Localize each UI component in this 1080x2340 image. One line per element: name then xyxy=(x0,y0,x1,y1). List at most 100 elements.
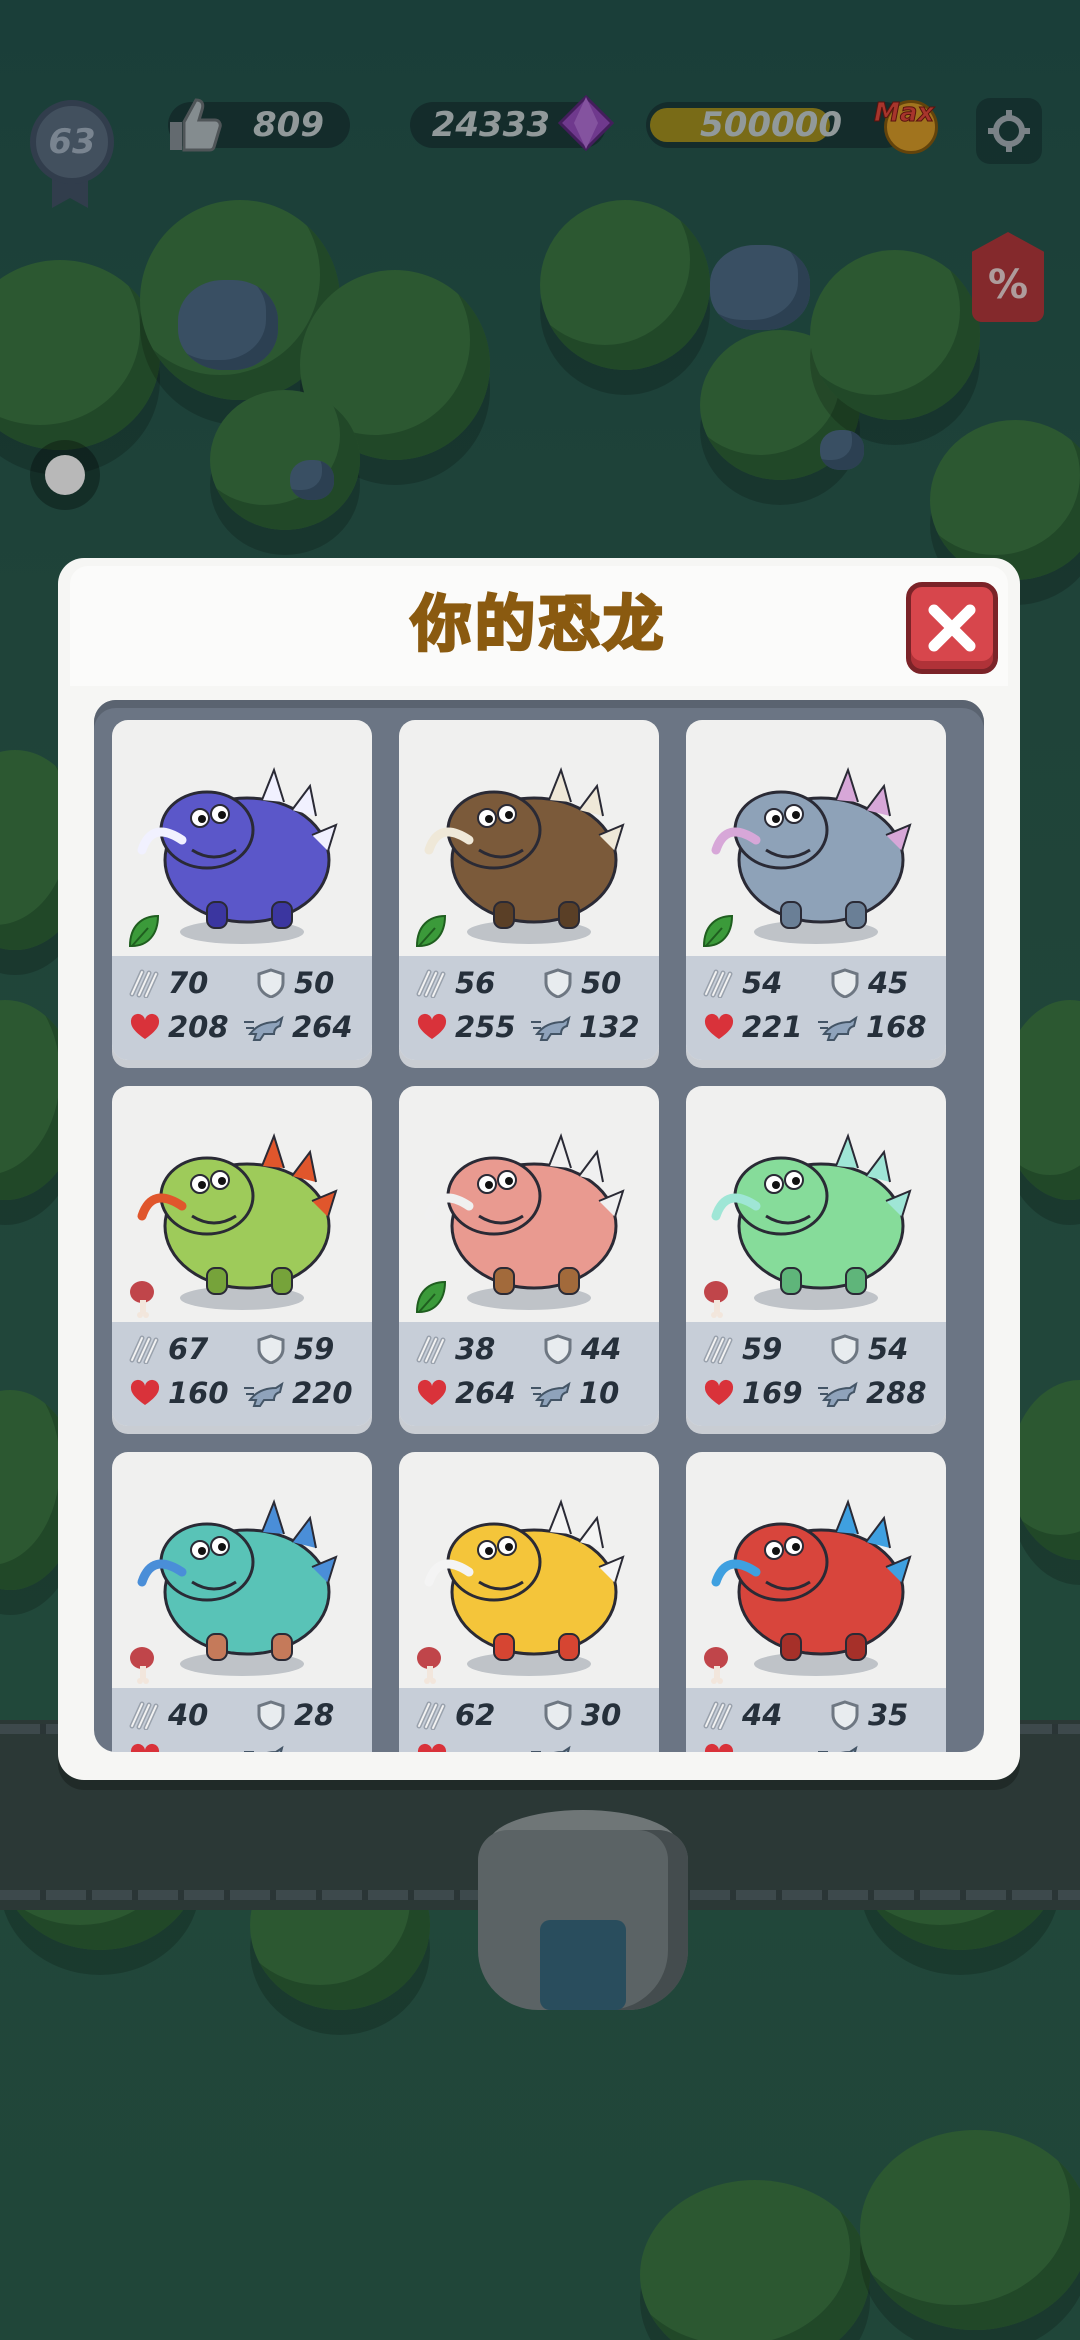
speed-stat: 132 xyxy=(529,1010,640,1044)
defense-value: 44 xyxy=(581,1332,622,1366)
close-button[interactable] xyxy=(906,582,998,674)
attack-value: 59 xyxy=(742,1332,783,1366)
attack-value: 40 xyxy=(168,1698,209,1732)
dino-stats: 62 30 xyxy=(399,1688,659,1752)
speed-value: 288 xyxy=(866,1376,927,1410)
leaf-icon xyxy=(413,1278,447,1318)
heart-icon xyxy=(128,1012,162,1042)
attack-stat: 62 xyxy=(415,1698,495,1732)
attack-value: 38 xyxy=(455,1332,496,1366)
defense-value: 59 xyxy=(294,1332,335,1366)
claw-icon xyxy=(415,1334,449,1364)
defense-stat: 44 xyxy=(541,1332,621,1366)
attack-value: 70 xyxy=(168,966,209,1000)
claw-icon xyxy=(702,1334,736,1364)
dino-stats: 67 59 160 220 xyxy=(112,1322,372,1426)
defense-stat: 28 xyxy=(254,1698,334,1732)
health-stat: 208 xyxy=(128,1010,229,1044)
attack-value: 44 xyxy=(742,1698,783,1732)
dino-stats: 40 28 xyxy=(112,1688,372,1752)
health-value: 160 xyxy=(168,1376,229,1410)
dino-card-purple-triceratops[interactable]: 70 50 208 264 xyxy=(112,720,372,1060)
defense-value: 54 xyxy=(868,1332,909,1366)
shield-icon xyxy=(828,968,862,998)
dialog-header: 你的恐龙 xyxy=(70,566,1008,686)
speed-icon xyxy=(529,1012,573,1042)
heart-icon xyxy=(128,1378,162,1408)
health-stat: 169 xyxy=(702,1376,803,1410)
dino-card-yellow-sabertooth[interactable]: 62 30 xyxy=(399,1452,659,1752)
speed-value: 220 xyxy=(292,1376,353,1410)
speed-stat: 10 xyxy=(529,1376,619,1410)
speed-stat xyxy=(816,1742,866,1752)
attack-stat: 70 xyxy=(128,966,208,1000)
speed-stat: 168 xyxy=(816,1010,927,1044)
speed-stat: 220 xyxy=(242,1376,353,1410)
health-value: 221 xyxy=(742,1010,803,1044)
speed-stat: 264 xyxy=(242,1010,353,1044)
heart-icon xyxy=(415,1742,449,1752)
shield-icon xyxy=(541,1700,575,1730)
leaf-icon xyxy=(413,912,447,952)
heart-icon xyxy=(128,1742,162,1752)
defense-value: 50 xyxy=(581,966,622,1000)
health-stat xyxy=(128,1742,168,1752)
health-stat xyxy=(415,1742,455,1752)
dino-stats: 59 54 169 288 xyxy=(686,1322,946,1426)
dino-card-teal-multiarm-monster[interactable]: 40 28 xyxy=(112,1452,372,1752)
shield-icon xyxy=(828,1334,862,1364)
health-stat: 255 xyxy=(415,1010,516,1044)
dino-stats: 70 50 208 264 xyxy=(112,956,372,1060)
speed-value: 168 xyxy=(866,1010,927,1044)
dino-stats: 54 45 221 168 xyxy=(686,956,946,1060)
speed-stat xyxy=(242,1742,292,1752)
leaf-icon xyxy=(700,912,734,952)
attack-stat: 38 xyxy=(415,1332,495,1366)
claw-icon xyxy=(415,968,449,998)
defense-value: 45 xyxy=(868,966,909,1000)
shield-icon xyxy=(541,968,575,998)
dialog-title: 你的恐龙 xyxy=(410,589,667,662)
heart-icon xyxy=(415,1378,449,1408)
speed-icon xyxy=(816,1378,860,1408)
leaf-icon xyxy=(126,912,160,952)
claw-icon xyxy=(702,1700,736,1730)
attack-stat: 44 xyxy=(702,1698,782,1732)
defense-value: 30 xyxy=(581,1698,622,1732)
health-stat: 264 xyxy=(415,1376,516,1410)
shield-icon xyxy=(254,968,288,998)
dino-card-grey-plesiosaur[interactable]: 54 45 221 168 xyxy=(686,720,946,1060)
attack-value: 67 xyxy=(168,1332,209,1366)
health-stat: 160 xyxy=(128,1376,229,1410)
speed-icon xyxy=(529,1742,573,1752)
dino-card-brown-furry-mammoth[interactable]: 56 50 255 132 xyxy=(399,720,659,1060)
dino-stats: 44 35 xyxy=(686,1688,946,1752)
defense-stat: 35 xyxy=(828,1698,908,1732)
attack-stat: 54 xyxy=(702,966,782,1000)
dinosaur-collection-dialog: 你的恐龙 70 50 208 264 56 50 255 132 54 45 2… xyxy=(58,558,1020,1780)
defense-stat: 30 xyxy=(541,1698,621,1732)
speed-icon xyxy=(242,1378,286,1408)
health-value: 264 xyxy=(455,1376,516,1410)
speed-value: 264 xyxy=(292,1010,353,1044)
attack-stat: 56 xyxy=(415,966,495,1000)
defense-stat: 54 xyxy=(828,1332,908,1366)
speed-stat: 288 xyxy=(816,1376,927,1410)
attack-stat: 67 xyxy=(128,1332,208,1366)
dino-card-mint-stegosaur[interactable]: 59 54 169 288 xyxy=(686,1086,946,1426)
shield-icon xyxy=(828,1700,862,1730)
speed-value: 10 xyxy=(579,1376,620,1410)
shield-icon xyxy=(541,1334,575,1364)
attack-value: 62 xyxy=(455,1698,496,1732)
defense-stat: 50 xyxy=(541,966,621,1000)
heart-icon xyxy=(702,1742,736,1752)
dino-card-red-unicorn-blob[interactable]: 44 35 xyxy=(686,1452,946,1752)
defense-stat: 59 xyxy=(254,1332,334,1366)
dino-card-ammonite-snail[interactable]: 38 44 264 10 xyxy=(399,1086,659,1426)
attack-stat: 59 xyxy=(702,1332,782,1366)
dino-card-green-trex[interactable]: 67 59 160 220 xyxy=(112,1086,372,1426)
meat-icon xyxy=(126,1644,160,1684)
attack-value: 54 xyxy=(742,966,783,1000)
attack-value: 56 xyxy=(455,966,496,1000)
health-value: 208 xyxy=(168,1010,229,1044)
